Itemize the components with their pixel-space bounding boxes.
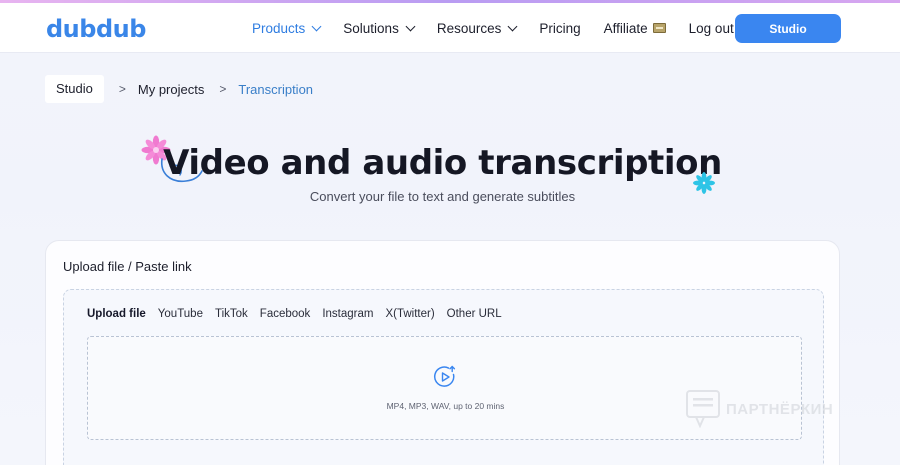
nav-products-label: Products	[252, 20, 306, 36]
logo[interactable]: dubdub	[46, 12, 146, 46]
nav-affiliate[interactable]: Affiliate	[604, 21, 666, 36]
nav-affiliate-label: Affiliate	[603, 20, 648, 36]
breadcrumb: Studio > My projects > Transcription	[45, 75, 313, 103]
breadcrumb-separator: >	[118, 82, 126, 96]
tab-x-twitter[interactable]: X(Twitter)	[385, 308, 434, 320]
tab-tiktok[interactable]: TikTok	[215, 308, 248, 320]
main-nav: Products Solutions Resources Pricing Aff…	[252, 3, 757, 53]
chevron-down-icon	[507, 21, 518, 31]
nav-logout-label: Log out	[688, 20, 734, 36]
affiliate-badge-icon	[652, 23, 666, 33]
watermark: ПАРТНЁРКИН	[686, 390, 833, 428]
nav-products[interactable]: Products	[252, 20, 322, 36]
site-header: dubdub Products Solutions Resources Pric…	[0, 3, 900, 53]
logo-text: dubdub	[46, 15, 146, 43]
page-title: Video and audio transcription	[163, 143, 722, 183]
nav-solutions-label: Solutions	[343, 20, 399, 36]
nav-solutions[interactable]: Solutions	[343, 20, 416, 36]
breadcrumb-my-projects[interactable]: My projects	[138, 82, 204, 97]
nav-pricing-label: Pricing	[539, 20, 581, 36]
upload-panel: Upload file YouTube TikTok Facebook Inst…	[63, 289, 824, 465]
studio-button[interactable]: Studio	[735, 14, 841, 43]
page-subtitle: Convert your file to text and generate s…	[309, 189, 576, 204]
tab-youtube[interactable]: YouTube	[158, 308, 203, 320]
watermark-text: ПАРТНЁРКИН	[726, 400, 834, 418]
nav-pricing[interactable]: Pricing	[539, 21, 580, 36]
tab-upload-file[interactable]: Upload file	[87, 308, 146, 320]
breadcrumb-separator: >	[219, 82, 227, 96]
play-circle-upload-icon	[434, 365, 456, 387]
tab-instagram[interactable]: Instagram	[322, 308, 373, 320]
nav-resources-label: Resources	[436, 20, 502, 36]
breadcrumb-studio[interactable]: Studio	[45, 75, 104, 103]
tab-facebook[interactable]: Facebook	[260, 308, 311, 320]
tab-other-url[interactable]: Other URL	[447, 308, 502, 320]
flower-icon	[693, 172, 715, 194]
upload-card-title: Upload file / Paste link	[63, 259, 192, 274]
nav-logout[interactable]: Log out	[689, 21, 734, 36]
chevron-down-icon	[311, 21, 322, 31]
chat-bubble-icon	[686, 390, 720, 428]
upload-card: Upload file / Paste link Upload file You…	[45, 240, 840, 465]
source-tabs: Upload file YouTube TikTok Facebook Inst…	[87, 308, 514, 320]
breadcrumb-transcription: Transcription	[238, 81, 314, 97]
nav-resources[interactable]: Resources	[436, 20, 518, 36]
chevron-down-icon	[405, 21, 416, 31]
